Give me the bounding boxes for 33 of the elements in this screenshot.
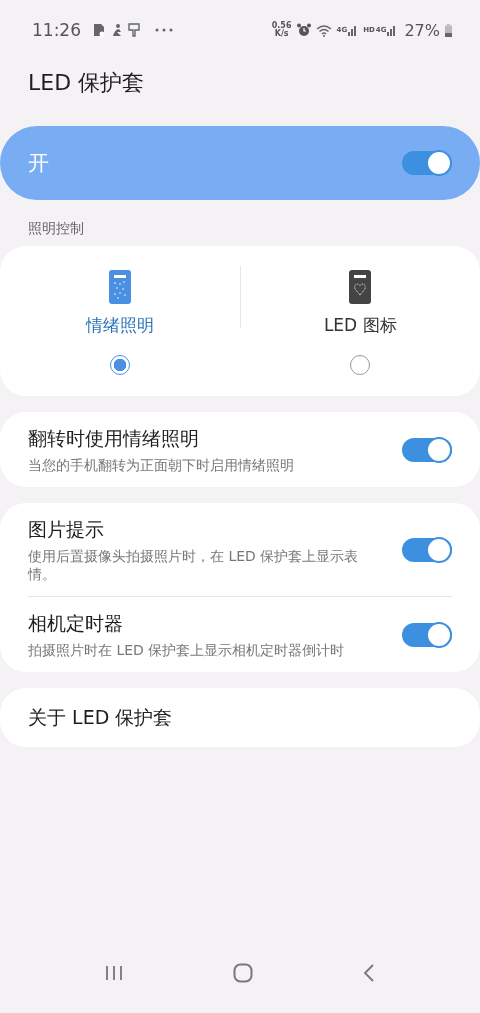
setting-title[interactable]: 翻转时使用情绪照明 <box>28 426 382 452</box>
toggle-switch[interactable] <box>402 538 452 562</box>
setting-description: 拍摄照片时在 LED 保护套上显示相机定时器倒计时 <box>28 641 346 659</box>
alarm-icon <box>296 23 311 37</box>
home-icon[interactable] <box>233 963 253 983</box>
network-speed: 0.56 K/s <box>271 22 292 38</box>
setting-description: 使用后置摄像头拍摄照片时，在 LED 保护套上显示表情。 <box>28 547 360 583</box>
dotted-device-icon <box>108 270 131 304</box>
battery-percent: 27% <box>404 20 440 40</box>
brush-icon <box>128 23 140 37</box>
sim-card-icon <box>92 23 106 37</box>
page-title: LED 保护套 <box>27 69 146 97</box>
figure-icon <box>111 23 123 37</box>
recents-icon[interactable] <box>105 965 123 981</box>
mode-label: LED 图标 <box>323 314 397 337</box>
setting-title[interactable]: 相机定时器 <box>28 611 382 637</box>
setting-description: 当您的手机翻转为正面朝下时启用情绪照明 <box>28 456 295 474</box>
setting-title[interactable]: 图片提示 <box>28 517 382 543</box>
radio-button[interactable] <box>109 355 130 375</box>
signal-icon <box>387 24 398 36</box>
status-time: 11:26 <box>32 20 81 40</box>
signal-icon <box>348 24 359 36</box>
toggle-switch[interactable] <box>402 623 452 647</box>
back-icon[interactable] <box>363 964 375 982</box>
section-label: 照明控制 <box>27 219 85 238</box>
toggle-switch[interactable] <box>402 151 452 175</box>
battery-icon <box>445 23 452 37</box>
heart-device-icon <box>349 270 372 304</box>
wifi-icon <box>315 23 332 37</box>
toggle-switch[interactable] <box>402 438 452 462</box>
more-icon <box>155 28 173 32</box>
mode-label: 情绪照明 <box>85 314 154 337</box>
setting-title[interactable]: 关于 LED 保护套 <box>28 705 452 731</box>
